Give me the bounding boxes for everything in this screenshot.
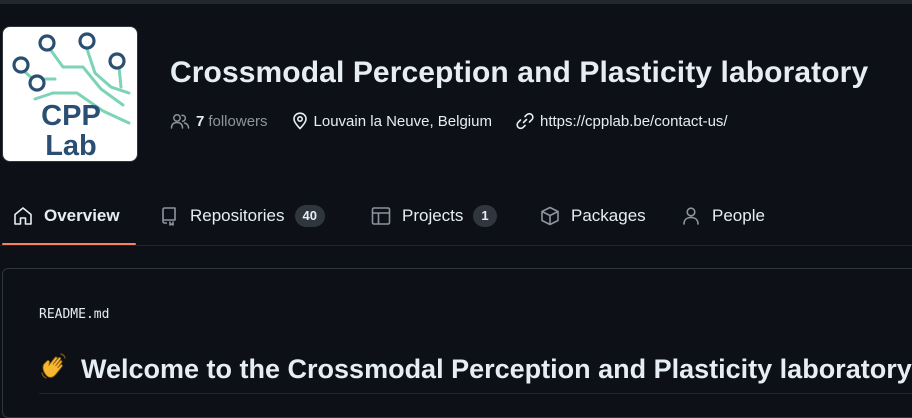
- org-nav-tabs: Overview Repositories 40 Projects 1 Pack…: [0, 187, 912, 246]
- waving-hand-icon: [39, 351, 69, 388]
- followers-link[interactable]: 7 followers: [170, 113, 268, 130]
- people-icon: [170, 114, 190, 129]
- tab-packages[interactable]: Packages: [539, 187, 646, 245]
- org-avatar[interactable]: CPP Lab: [2, 26, 138, 162]
- readme-card: README.md Welcome to the Crossmodal Perc…: [2, 268, 912, 418]
- home-icon: [14, 207, 32, 225]
- projects-count-badge: 1: [473, 205, 497, 227]
- tab-projects[interactable]: Projects 1: [370, 187, 497, 245]
- tab-repositories[interactable]: Repositories 40: [158, 187, 325, 245]
- tab-overview[interactable]: Overview: [12, 187, 120, 245]
- tab-people-label: People: [712, 206, 765, 225]
- tab-overview-label: Overview: [44, 206, 120, 225]
- package-icon: [541, 206, 559, 226]
- tab-packages-label: Packages: [571, 206, 646, 225]
- followers-label: followers: [208, 112, 268, 130]
- org-header: CPP Lab Crossmodal Perception and Plasti…: [0, 4, 912, 179]
- location-text: Louvain la Neuve, Belgium: [313, 112, 492, 130]
- link-icon: [516, 112, 534, 130]
- table-icon: [371, 207, 391, 225]
- followers-count: 7: [196, 112, 205, 130]
- selected-tab-indicator: [2, 243, 136, 245]
- heading-divider: [39, 393, 912, 394]
- org-meta: 7 followers Louvain la Neuve, Belgium ht…: [170, 110, 752, 132]
- logo-text-lab: Lab: [45, 130, 97, 162]
- readme-heading: Welcome to the Crossmodal Perception and…: [39, 349, 912, 389]
- location-pin-icon: [292, 112, 307, 130]
- org-website: https://cpplab.be/contact-us/: [516, 112, 728, 130]
- logo-text-cpp: CPP: [41, 100, 101, 132]
- org-name: Crossmodal Perception and Plasticity lab…: [170, 56, 869, 89]
- website-link[interactable]: https://cpplab.be/contact-us/: [540, 113, 728, 130]
- repositories-count-badge: 40: [294, 205, 325, 227]
- person-icon: [683, 207, 699, 225]
- readme-filename[interactable]: README.md: [39, 307, 109, 322]
- tab-repositories-label: Repositories: [190, 206, 285, 225]
- cpp-lab-logo: CPP Lab: [12, 32, 131, 162]
- readme-heading-text: Welcome to the Crossmodal Perception and…: [81, 353, 912, 384]
- tab-projects-label: Projects: [402, 206, 464, 225]
- repo-icon: [162, 207, 176, 226]
- tab-people[interactable]: People: [680, 187, 765, 245]
- org-location: Louvain la Neuve, Belgium: [292, 112, 492, 130]
